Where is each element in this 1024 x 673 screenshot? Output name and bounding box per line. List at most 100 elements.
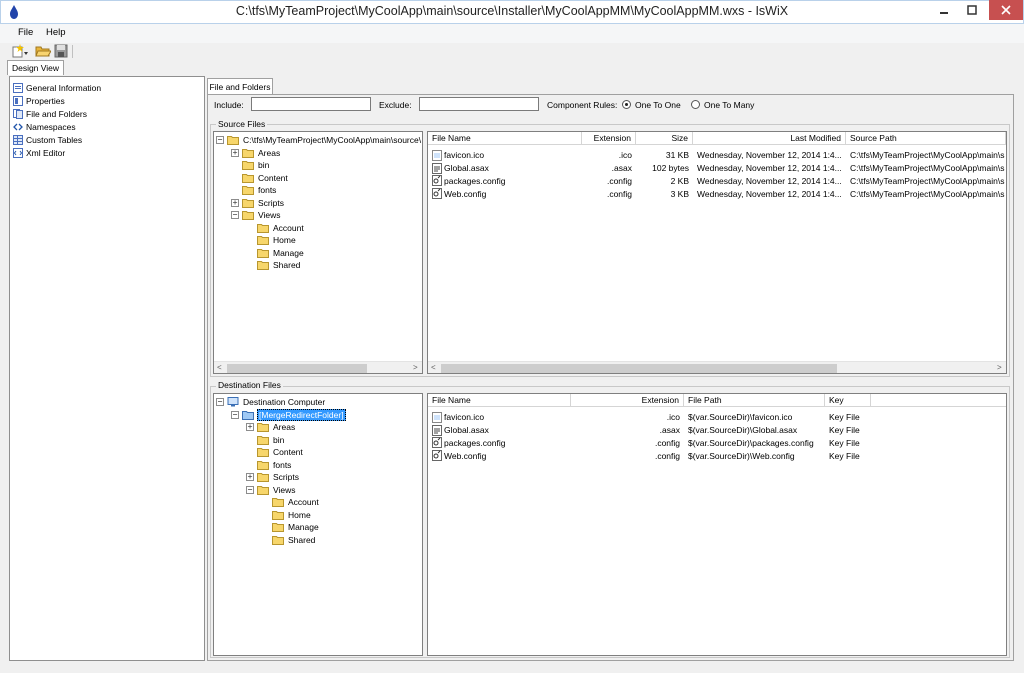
menu-help[interactable]: Help xyxy=(46,27,66,38)
source-tree-hscrollbar[interactable]: < > xyxy=(214,361,422,373)
cell-text: Global.asax xyxy=(444,425,489,436)
tree-item[interactable]: + Scripts xyxy=(216,197,422,210)
source-tree-root[interactable]: − C:\tfs\MyTeamProject\MyCoolApp\main\so… xyxy=(216,134,422,147)
table-row[interactable]: favicon.ico .ico $(var.SourceDir)\favicon.… xyxy=(428,411,1006,424)
destination-files-list[interactable]: File Name Extension File Path Key favico… xyxy=(427,393,1007,656)
include-input[interactable] xyxy=(251,97,371,111)
tree-item[interactable]: Content xyxy=(216,172,422,185)
minimize-button[interactable] xyxy=(930,0,958,20)
close-button[interactable] xyxy=(989,0,1023,20)
menu-file[interactable]: File xyxy=(18,27,33,38)
radio-one-to-many[interactable] xyxy=(691,100,700,109)
collapse-icon[interactable]: − xyxy=(216,398,224,407)
radio-one-to-many-label[interactable]: One To Many xyxy=(704,100,754,110)
tree-item[interactable]: Content xyxy=(216,446,422,459)
tree-label: Content xyxy=(273,447,303,458)
source-list-hscrollbar[interactable]: < > xyxy=(428,361,1006,373)
expand-icon[interactable]: + xyxy=(246,473,254,482)
col-key[interactable]: Key xyxy=(825,394,871,407)
cell-text: Key File xyxy=(829,425,860,436)
tree-item[interactable]: Shared xyxy=(216,259,422,272)
tree-label: Shared xyxy=(288,534,316,545)
tree-item[interactable]: Manage xyxy=(216,247,422,260)
tree-item[interactable]: bin xyxy=(216,434,422,447)
table-row[interactable]: Global.asax .asax $(var.SourceDir)\Global.… xyxy=(428,424,1006,437)
table-row[interactable]: packages.config .config 2 KB Wednesday, Nov… xyxy=(428,175,1006,188)
tab-file-and-folders[interactable]: File and Folders xyxy=(207,78,273,94)
nav-item-properties[interactable]: Properties xyxy=(13,94,201,107)
tree-item[interactable]: + Areas xyxy=(216,421,422,434)
cell-text: .ico xyxy=(666,412,680,423)
collapse-icon[interactable]: − xyxy=(216,136,224,145)
col-last-modified[interactable]: Last Modified xyxy=(693,132,846,145)
col-file-name[interactable]: File Name xyxy=(428,132,582,145)
radio-one-to-one-label[interactable]: One To One xyxy=(635,100,681,110)
scroll-left-icon[interactable]: < xyxy=(217,363,222,372)
source-files-list[interactable]: File Name Extension Size Last Modified S… xyxy=(427,131,1007,374)
col-file-path[interactable]: File Path xyxy=(684,394,825,407)
scroll-left-icon[interactable]: < xyxy=(431,363,436,372)
nav-item-namespaces[interactable]: Namespaces xyxy=(13,120,201,133)
scroll-right-icon[interactable]: > xyxy=(997,363,1002,372)
destination-tree-root[interactable]: − Destination Computer xyxy=(216,396,422,409)
tab-design-view[interactable]: Design View xyxy=(7,60,64,75)
nav-item-custom-tables[interactable]: Custom Tables xyxy=(13,133,201,146)
col-file-name[interactable]: File Name xyxy=(428,394,571,407)
tree-label: Scripts xyxy=(273,472,299,483)
exclude-input[interactable] xyxy=(419,97,539,111)
tree-item[interactable]: − Views xyxy=(216,209,422,222)
destination-tree[interactable]: − Destination Computer − [MergeRedirectF… xyxy=(213,393,423,656)
maximize-button[interactable] xyxy=(958,0,986,20)
tree-item[interactable]: Home xyxy=(216,234,422,247)
cell-text: .asax xyxy=(611,163,632,174)
table-row[interactable]: packages.config .config $(var.SourceDir)\p… xyxy=(428,437,1006,450)
tree-item[interactable]: Shared xyxy=(216,534,422,547)
folder-icon xyxy=(257,261,269,271)
new-dropdown-icon[interactable] xyxy=(12,44,28,58)
tree-item[interactable]: + Scripts xyxy=(216,471,422,484)
tree-item[interactable]: fonts xyxy=(216,459,422,472)
tree-item[interactable]: bin xyxy=(216,159,422,172)
col-extension[interactable]: Extension xyxy=(582,132,636,145)
save-icon[interactable] xyxy=(53,44,69,58)
files-icon xyxy=(13,108,23,119)
tree-item[interactable]: Home xyxy=(216,509,422,522)
expand-icon[interactable]: + xyxy=(231,198,239,207)
open-folder-icon[interactable] xyxy=(35,44,51,58)
window-title: C:\tfs\MyTeamProject\MyCoolApp\main\sour… xyxy=(235,4,789,18)
table-row[interactable]: favicon.ico .ico 31 KB Wednesday, November … xyxy=(428,149,1006,162)
expand-icon[interactable]: + xyxy=(231,148,239,157)
collapse-icon[interactable]: − xyxy=(246,485,254,494)
tree-item[interactable]: fonts xyxy=(216,184,422,197)
nav-item-xml-editor[interactable]: Xml Editor xyxy=(13,146,201,159)
cell-text: Wednesday, November 12, 2014 1:4... xyxy=(697,163,842,174)
col-extension[interactable]: Extension xyxy=(571,394,684,407)
table-row[interactable]: Web.config .config $(var.SourceDir)\Web.co… xyxy=(428,449,1006,462)
scroll-thumb[interactable] xyxy=(441,364,837,373)
source-tree[interactable]: − C:\tfs\MyTeamProject\MyCoolApp\main\so… xyxy=(213,131,423,374)
scroll-right-icon[interactable]: > xyxy=(413,363,418,372)
col-size[interactable]: Size xyxy=(636,132,693,145)
table-row[interactable]: Web.config .config 3 KB Wednesday, November… xyxy=(428,187,1006,200)
col-source-path[interactable]: Source Path xyxy=(846,132,1006,145)
tree-item[interactable]: Manage xyxy=(216,521,422,534)
tree-item[interactable]: Account xyxy=(216,222,422,235)
nav-item-file-and-folders[interactable]: File and Folders xyxy=(13,107,201,120)
folder-icon xyxy=(242,173,254,183)
tree-item[interactable]: Account xyxy=(216,496,422,509)
expand-icon[interactable]: + xyxy=(246,423,254,432)
table-row[interactable]: Global.asax .asax 102 bytes Wednesday, Nove… xyxy=(428,162,1006,175)
tree-item[interactable]: + Areas xyxy=(216,147,422,160)
cell-name: packages.config xyxy=(428,437,571,449)
collapse-icon[interactable]: − xyxy=(231,211,239,220)
collapse-icon[interactable]: − xyxy=(231,410,239,419)
nav-item-general-information[interactable]: General Information xyxy=(13,81,201,94)
tree-item[interactable]: − Views xyxy=(216,484,422,497)
scroll-thumb[interactable] xyxy=(227,364,367,373)
radio-one-to-one[interactable] xyxy=(622,100,631,109)
destination-tree-merge-folder[interactable]: − [MergeRedirectFolder] xyxy=(216,408,422,422)
